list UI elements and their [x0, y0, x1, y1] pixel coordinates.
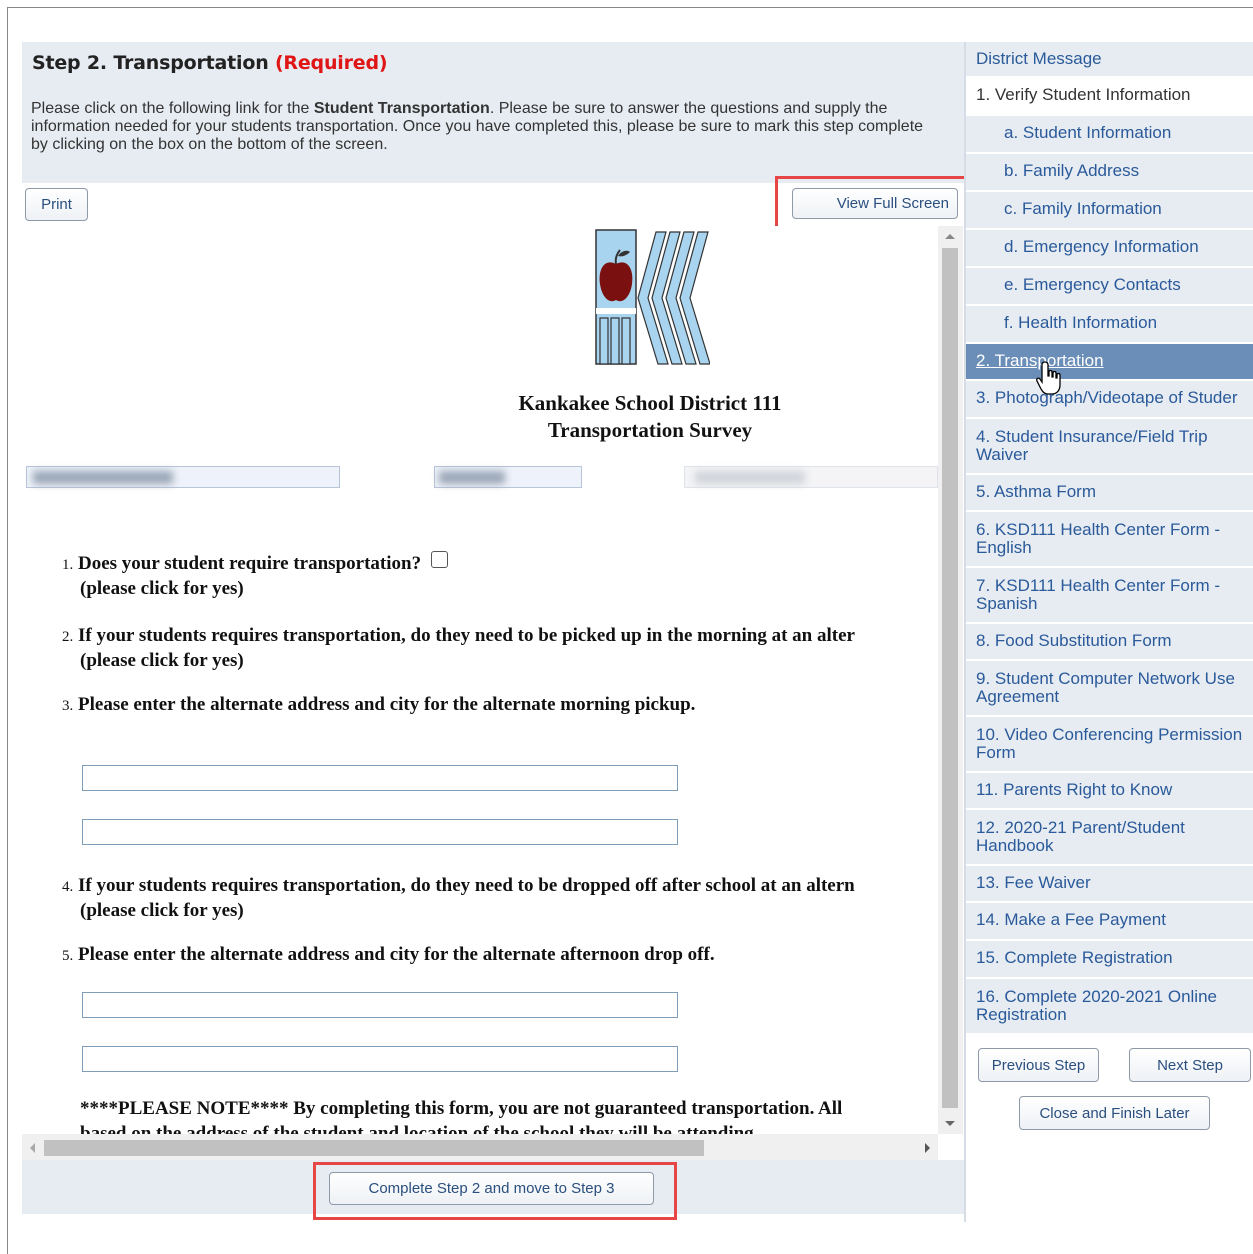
required-label: (Required) [274, 52, 388, 74]
vertical-scrollbar[interactable] [938, 226, 963, 1134]
student-transportation-link[interactable]: Student Transportation [314, 100, 490, 117]
nav-complete-registration[interactable]: 15. Complete Registration [966, 941, 1253, 979]
hand-cursor-icon [1036, 361, 1061, 395]
afternoon-address-input[interactable] [82, 992, 678, 1018]
question-2: 2. If your students requires transportat… [62, 625, 855, 671]
nav-parents-right-to-know[interactable]: 11. Parents Right to Know [966, 773, 1253, 810]
nav-student-information[interactable]: a. Student Information [966, 116, 1253, 154]
nav-photograph-videotape[interactable]: 3. Photograph/Videotape of Studer [966, 381, 1253, 419]
transportation-note: ****PLEASE NOTE**** By completing this f… [80, 1098, 843, 1119]
nav-video-conferencing[interactable]: 10. Video Conferencing Permission Form [966, 717, 1253, 773]
district-title: Kankakee School District 111 Transportat… [518, 391, 782, 442]
question-5: 5. Please enter the alternate address an… [62, 944, 715, 965]
student-id-field[interactable] [434, 466, 582, 488]
nav-fee-payment[interactable]: 14. Make a Fee Payment [966, 903, 1253, 941]
nav-student-insurance[interactable]: 4. Student Insurance/Field Trip Waiver [966, 419, 1253, 475]
step-header: Step 2. Transportation (Required) Please… [22, 42, 964, 183]
highlight-box-complete [313, 1162, 677, 1220]
nav-verify-student-information[interactable]: 1. Verify Student Information [966, 78, 1253, 116]
nav-health-center-english[interactable]: 6. KSD111 Health Center Form - English [966, 512, 1253, 568]
print-button[interactable]: Print [25, 188, 88, 221]
scroll-up-icon[interactable] [945, 234, 955, 239]
nav-district-message[interactable]: District Message [966, 42, 1253, 78]
morning-address-input[interactable] [82, 765, 678, 791]
nav-emergency-contacts[interactable]: e. Emergency Contacts [966, 268, 1253, 306]
page-title: Step 2. Transportation (Required) [32, 52, 388, 74]
nav-complete-online-registration[interactable]: 16. Complete 2020-2021 Online Registrati… [966, 979, 1253, 1035]
nav-health-information[interactable]: f. Health Information [966, 306, 1253, 344]
district-logo-icon [595, 229, 710, 365]
nav-family-address[interactable]: b. Family Address [966, 154, 1253, 192]
nav-fee-waiver[interactable]: 13. Fee Waiver [966, 866, 1253, 903]
nav-food-substitution[interactable]: 8. Food Substitution Form [966, 624, 1253, 661]
question-4: 4. If your students requires transportat… [62, 875, 855, 921]
scroll-right-icon[interactable] [925, 1143, 930, 1153]
horizontal-scroll-thumb[interactable] [44, 1140, 704, 1156]
question-3: 3. Please enter the alternate address an… [62, 694, 696, 715]
question-1: 1. Does your student require transportat… [62, 551, 449, 601]
nav-emergency-information[interactable]: d. Emergency Information [966, 230, 1253, 268]
close-finish-later-button[interactable]: Close and Finish Later [1019, 1096, 1210, 1130]
step-description: Please click on the following link for t… [31, 100, 924, 153]
nav-family-information[interactable]: c. Family Information [966, 192, 1253, 230]
vertical-scroll-thumb[interactable] [942, 248, 958, 1108]
transportation-note-cut: based on the address of the student and … [80, 1123, 759, 1134]
nav-computer-network[interactable]: 9. Student Computer Network Use Agreemen… [966, 661, 1253, 717]
steps-sidebar: District Message 1. Verify Student Infor… [966, 42, 1253, 1035]
nav-asthma-form[interactable]: 5. Asthma Form [966, 475, 1253, 512]
nav-health-center-spanish[interactable]: 7. KSD111 Health Center Form - Spanish [966, 568, 1253, 624]
nav-handbook[interactable]: 12. 2020-21 Parent/Student Handbook [966, 810, 1253, 866]
next-step-button[interactable]: Next Step [1129, 1048, 1251, 1082]
transportation-checkbox[interactable] [431, 551, 449, 568]
scroll-down-icon[interactable] [945, 1121, 955, 1126]
morning-city-input[interactable] [82, 819, 678, 845]
previous-step-button[interactable]: Previous Step [978, 1048, 1099, 1082]
afternoon-city-input[interactable] [82, 1046, 678, 1072]
student-name-field[interactable] [26, 466, 340, 488]
nav-transportation[interactable]: 2. Transportation [966, 344, 1253, 381]
school-field[interactable] [684, 466, 938, 488]
horizontal-scrollbar[interactable] [22, 1134, 938, 1160]
scroll-left-icon[interactable] [30, 1143, 35, 1153]
